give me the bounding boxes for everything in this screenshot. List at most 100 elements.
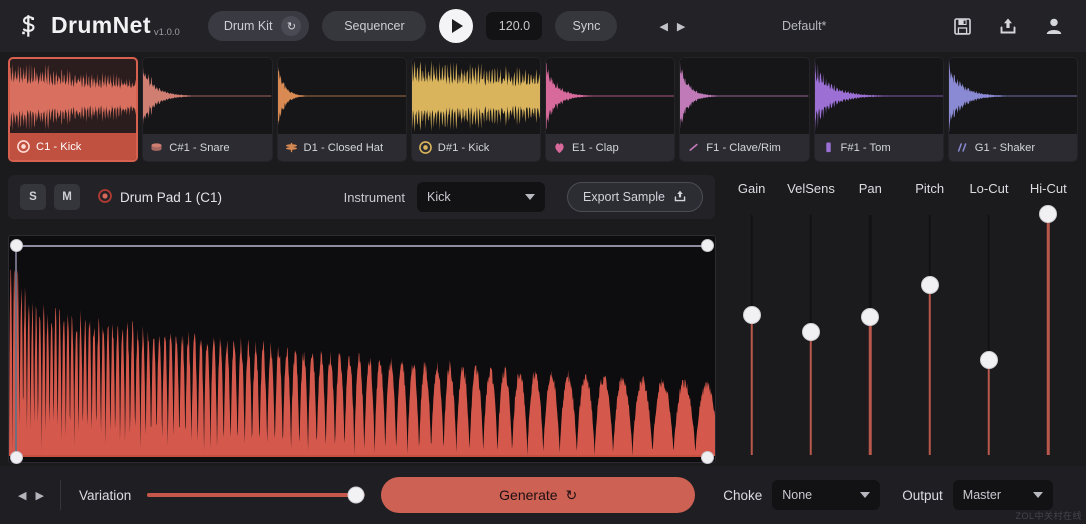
variation-nav: ◀ ▶ [18,489,44,502]
waveform-bottom-guide [15,455,709,457]
pad-label-text: D1 - Closed Hat [304,142,384,154]
solo-button[interactable]: S [20,184,46,210]
pad-waveform-thumbnail [278,58,406,134]
pad-label-bar: F1 - Clave/Rim [680,134,808,161]
instrument-label: Instrument [344,190,405,205]
clave-stick-icon [687,141,700,155]
drum-pad-8[interactable]: G1 - Shaker [948,57,1078,162]
slider-label-pan: Pan [841,181,900,196]
pad-label-text: E1 - Clap [572,142,619,154]
clap-hands-icon [553,141,566,155]
waveform-top-guide [15,245,709,247]
watermark: ZOL中关村在线 [1015,509,1082,522]
snare-drum-icon [150,141,163,155]
drum-kit-label: Drum Kit [224,19,273,33]
pad-waveform-thumbnail [10,59,136,135]
solo-label: S [29,191,37,203]
slider-fill [810,326,813,455]
generate-label: Generate [499,487,557,503]
slider-pitch[interactable] [900,209,959,461]
user-account-icon[interactable] [1044,16,1064,36]
pad-label-bar: C#1 - Snare [143,134,271,161]
slider-label-velsens: VelSens [781,181,840,196]
waveform-start-handle-bottom[interactable] [10,451,23,464]
refresh-icon[interactable]: ↻ [281,16,301,36]
drum-pad-2[interactable]: C#1 - Snare [142,57,272,162]
slider-knob[interactable] [802,323,820,341]
slider-knob[interactable] [980,351,998,369]
waveform-start-handle-top[interactable] [10,239,23,252]
pad-label-bar: G1 - Shaker [949,134,1077,161]
export-sample-button[interactable]: Export Sample [567,182,703,212]
pad-label-text: D#1 - Kick [438,142,490,154]
upload-export-icon [673,189,687,206]
waveform-display [9,236,715,462]
waveform-end-handle-bottom[interactable] [701,451,714,464]
drum-pad-4[interactable]: D#1 - Kick [411,57,541,162]
sync-label: Sync [573,19,601,33]
mute-button[interactable]: M [54,184,80,210]
slider-knob[interactable] [921,276,939,294]
output-label: Output [902,488,943,503]
slider-knob[interactable] [1039,205,1057,223]
sequencer-label: Sequencer [344,19,404,33]
mute-label: M [62,191,72,203]
waveform-start-guide [15,245,17,457]
preset-name[interactable]: Default* [655,19,953,33]
brand-name: DrumNet [51,12,151,39]
output-dropdown[interactable]: Master [953,480,1053,510]
sync-button[interactable]: Sync [555,11,617,41]
slider-label-lo-cut: Lo-Cut [959,181,1018,196]
pad-label-text: C#1 - Snare [169,142,229,154]
sequencer-button[interactable]: Sequencer [322,11,426,41]
chevron-down-icon [860,492,870,498]
slider-lo-cut[interactable] [959,209,1018,461]
slider-gain[interactable] [722,209,781,461]
bottom-toolbar: ◀ ▶ Variation Generate ↻ Choke None Outp… [0,466,1086,524]
top-icon-group [953,16,1064,36]
hihat-icon [285,141,298,155]
generate-button[interactable]: Generate ↻ [381,477,695,513]
variation-slider-knob[interactable] [348,487,365,504]
choke-dropdown[interactable]: None [772,480,880,510]
shaker-icon [956,141,969,155]
top-toolbar: DrumNet v1.0.0 Drum Kit ↻ Sequencer 120.… [0,0,1086,52]
slider-knob[interactable] [861,308,879,326]
slider-pan[interactable] [841,209,900,461]
app-logo: DrumNet v1.0.0 [14,12,180,40]
pad-control-row: S M Drum Pad 1 (C1) Instrument Kick Expo… [8,175,715,219]
drum-pad-3[interactable]: D1 - Closed Hat [277,57,407,162]
slider-knob[interactable] [743,306,761,324]
drum-pad-6[interactable]: F1 - Clave/Rim [679,57,809,162]
output-value: Master [963,488,1001,502]
save-disk-icon[interactable] [953,17,972,36]
variation-slider[interactable] [147,485,365,505]
slider-label-row: GainVelSensPanPitchLo-CutHi-Cut [722,175,1078,201]
parameter-sliders: GainVelSensPanPitchLo-CutHi-Cut [722,175,1078,463]
slider-track-row [722,209,1078,461]
slider-fill [750,309,753,455]
pad-label-bar: D#1 - Kick [412,134,540,161]
slider-fill [869,311,872,455]
prev-arrow-icon[interactable]: ◀ [18,489,26,502]
drum-pad-7[interactable]: F#1 - Tom [814,57,944,162]
kick-drum-icon [17,140,30,154]
pad-waveform-thumbnail [815,58,943,134]
drum-kit-button[interactable]: Drum Kit ↻ [208,11,310,41]
drum-pad-1[interactable]: C1 - Kick [8,57,138,162]
pad-waveform-thumbnail [143,58,271,134]
pad-waveform-thumbnail [546,58,674,134]
slider-hi-cut[interactable] [1019,209,1078,461]
drumnet-plugin-window: DrumNet v1.0.0 Drum Kit ↻ Sequencer 120.… [0,0,1086,524]
slider-fill [928,279,931,455]
drum-pad-5[interactable]: E1 - Clap [545,57,675,162]
upload-export-icon[interactable] [998,16,1018,36]
slider-velsens[interactable] [781,209,840,461]
next-arrow-icon[interactable]: ▶ [35,489,43,502]
app-version: v1.0.0 [154,27,180,38]
waveform-editor[interactable] [8,235,716,463]
play-button[interactable] [439,9,473,43]
instrument-dropdown[interactable]: Kick [417,182,545,212]
tempo-input[interactable]: 120.0 [486,12,542,40]
waveform-end-handle-top[interactable] [701,239,714,252]
